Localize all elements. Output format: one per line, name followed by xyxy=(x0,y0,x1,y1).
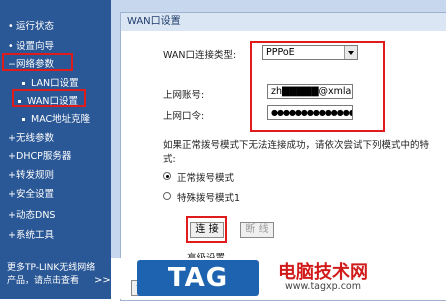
product-promo-link[interactable]: 更多TP-LINK无线网络 产品，请点击查看 xyxy=(7,262,95,288)
disconnect-button[interactable]: 断 线 xyxy=(240,222,274,238)
promo-arrow-icon[interactable]: >> xyxy=(94,275,111,286)
sidebar-item-label: 无线参数 xyxy=(16,133,55,144)
conn-type-label: WAN口连接类型: xyxy=(163,50,237,61)
highlight-box-network xyxy=(2,53,73,71)
sidebar-item-security[interactable]: +安全设置 xyxy=(8,186,54,200)
account-label: 上网账号: xyxy=(163,90,205,101)
highlight-box-connect xyxy=(186,216,227,243)
mode-special-radio[interactable] xyxy=(163,192,171,200)
password-label: 上网口令: xyxy=(163,111,205,122)
sidebar-item-label: 安全设置 xyxy=(16,189,55,200)
sidebar-item-label: 动态DNS xyxy=(16,210,56,221)
watermark-url: www.tagxp.com xyxy=(285,281,361,292)
sidebar-item-label: MAC地址克隆 xyxy=(31,114,91,125)
sidebar-item-wizard[interactable]: • 设置向导 xyxy=(8,38,54,52)
tag-logo: TAG xyxy=(137,260,259,296)
dial-mode-info-line1: 如果正常拨号模式下无法连接成功，请依次尝试下列模式中的特 xyxy=(163,140,430,151)
sidebar-nav: • 运行状态 • 设置向导 −网络参数 LAN口设置 WAN口设置 MAC地址克隆 … xyxy=(0,0,111,299)
sidebar-item-ddns[interactable]: +动态DNS xyxy=(8,207,55,221)
sidebar-item-forwarding[interactable]: +转发规则 xyxy=(8,167,54,181)
panel-title: WAN口设置 xyxy=(121,13,446,31)
sidebar-item-label: 运行状态 xyxy=(16,21,55,32)
dial-mode-info-line2: 式: xyxy=(163,154,176,165)
main-content: WAN口设置 WAN口连接类型: PPPoE 上网账号: zh▇▇▇▇▇@xml… xyxy=(111,0,446,301)
promo-line-2: 产品，请点击查看 xyxy=(7,276,80,286)
promo-line-1: 更多TP-LINK无线网络 xyxy=(7,263,96,273)
mode-special-label: 特殊拨号模式1 xyxy=(177,193,241,204)
sidebar-item-label: 设置向导 xyxy=(16,41,55,52)
highlight-box-credentials xyxy=(250,41,385,132)
highlight-box-wan xyxy=(12,89,86,107)
sidebar-item-label: DHCP服务器 xyxy=(16,151,72,162)
sidebar-item-mac-clone[interactable]: MAC地址克隆 xyxy=(22,111,90,125)
sidebar-item-dhcp[interactable]: +DHCP服务器 xyxy=(8,148,71,162)
sidebar-item-status[interactable]: • 运行状态 xyxy=(8,18,54,32)
sidebar-item-lan[interactable]: LAN口设置 xyxy=(22,75,79,89)
sidebar-item-label: LAN口设置 xyxy=(31,78,79,89)
mode-normal-radio[interactable] xyxy=(163,172,171,180)
mode-normal-label: 正常拨号模式 xyxy=(177,173,235,184)
sidebar-item-system-tools[interactable]: +系统工具 xyxy=(8,227,54,241)
router-admin-app: • 运行状态 • 设置向导 −网络参数 LAN口设置 WAN口设置 MAC地址克隆 … xyxy=(0,0,446,301)
sidebar-item-wireless[interactable]: +无线参数 xyxy=(8,130,54,144)
sidebar-item-label: 转发规则 xyxy=(16,170,55,181)
sidebar-item-label: 系统工具 xyxy=(16,230,55,241)
